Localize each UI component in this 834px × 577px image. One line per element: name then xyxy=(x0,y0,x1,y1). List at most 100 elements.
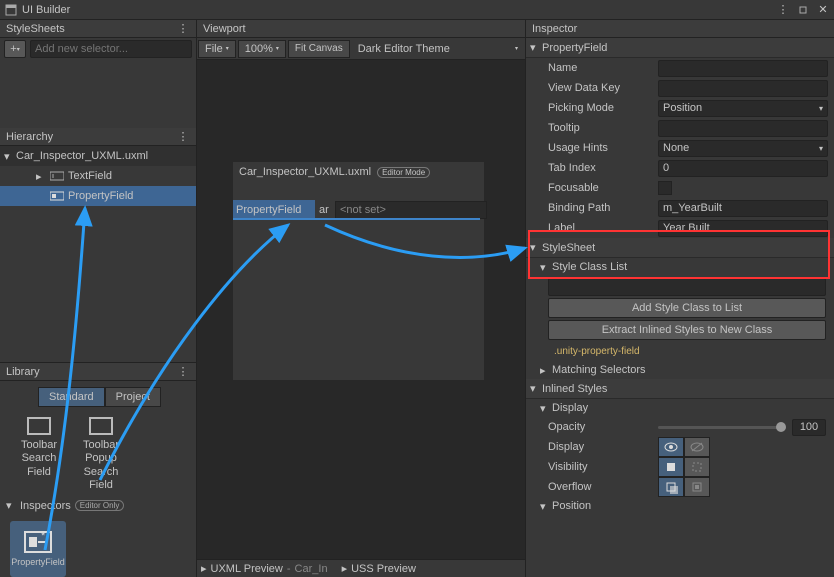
editor-only-badge: Editor Only xyxy=(75,500,125,511)
viewport-theme-dropdown[interactable]: Dark Editor Theme ▾ xyxy=(352,40,524,58)
usage-hints-label: Usage Hints xyxy=(548,142,654,154)
focusable-checkbox[interactable] xyxy=(658,181,672,195)
viewport-header: Viewport xyxy=(197,20,525,38)
label-label: Label xyxy=(548,222,654,234)
fold-arrow-icon[interactable]: ▸ xyxy=(342,562,348,575)
square-dashed-icon xyxy=(691,461,703,473)
propertyfield-large-icon: * xyxy=(24,531,52,553)
stylesheets-opts-icon[interactable]: ⋮ xyxy=(176,22,190,36)
position-foldout[interactable]: ▾ Position xyxy=(526,497,834,515)
hierarchy-item-label: TextField xyxy=(68,170,112,182)
visibility-visible-button[interactable] xyxy=(658,457,684,477)
stylesheets-header: StyleSheets ⋮ xyxy=(0,20,196,38)
fold-arrow-icon: ▾ xyxy=(540,402,550,415)
eye-icon xyxy=(664,442,678,452)
picking-mode-label: Picking Mode xyxy=(548,102,654,114)
editor-mode-badge: Editor Mode xyxy=(377,167,430,178)
stylesheets-title: StyleSheets xyxy=(6,23,65,35)
window-icon xyxy=(4,3,18,17)
square-icon xyxy=(665,461,677,473)
close-icon[interactable]: ✕ xyxy=(816,3,830,17)
inspector-section-propertyfield[interactable]: ▾ PropertyField xyxy=(526,38,834,58)
binding-path-input[interactable]: m_YearBuilt xyxy=(658,200,828,217)
hierarchy-root-label: Car_Inspector_UXML.uxml xyxy=(16,150,148,162)
fold-arrow-icon: ▾ xyxy=(540,500,550,513)
library-item-toolbar-popup-search[interactable]: Toolbar Popup Search Field xyxy=(74,417,128,492)
fold-arrow-icon: ▸ xyxy=(540,364,550,377)
uss-preview-title: USS Preview xyxy=(351,563,416,575)
tooltip-label: Tooltip xyxy=(548,122,654,134)
label-input[interactable]: Year Built xyxy=(658,220,828,237)
svg-text:*: * xyxy=(41,531,46,542)
hierarchy-item-textfield[interactable]: ▸ TextField xyxy=(0,166,196,186)
selector-input[interactable] xyxy=(30,40,192,58)
canvas-selected-element[interactable]: PropertyField xyxy=(233,200,315,220)
add-style-class-button[interactable]: Add Style Class to List xyxy=(548,298,826,318)
hierarchy-opts-icon[interactable]: ⋮ xyxy=(176,130,190,144)
viewport-canvas[interactable]: Car_Inspector_UXML.uxml Editor Mode Prop… xyxy=(197,60,525,559)
focusable-label: Focusable xyxy=(548,182,654,194)
overflow-label: Overflow xyxy=(548,481,654,493)
opacity-label: Opacity xyxy=(548,421,654,433)
chevron-down-icon: ▾ xyxy=(819,104,823,113)
hierarchy-item-propertyfield[interactable]: PropertyField xyxy=(0,186,196,206)
viewport-title: Viewport xyxy=(203,23,246,35)
tooltip-input[interactable] xyxy=(658,120,828,137)
viewport-fit-canvas[interactable]: Fit Canvas xyxy=(288,40,350,58)
style-class-input[interactable] xyxy=(548,278,826,296)
display-label: Display xyxy=(548,441,654,453)
opacity-slider[interactable] xyxy=(658,426,786,429)
viewport-zoom[interactable]: 100%▾ xyxy=(238,40,286,58)
canvas-field-input[interactable] xyxy=(335,201,487,219)
fold-arrow-icon: ▾ xyxy=(540,261,550,274)
window-titlebar: UI Builder ⋮ ✕ xyxy=(0,0,834,20)
tab-index-label: Tab Index xyxy=(548,162,654,174)
fold-arrow-icon[interactable]: ▸ xyxy=(201,562,207,575)
binding-path-label: Binding Path xyxy=(548,202,654,214)
usage-hints-dropdown[interactable]: None ▾ xyxy=(658,140,828,157)
overflow-visible-icon xyxy=(664,480,678,494)
extract-styles-button[interactable]: Extract Inlined Styles to New Class xyxy=(548,320,826,340)
inspector-section-inlined-styles[interactable]: ▾ Inlined Styles xyxy=(526,379,834,399)
viewport-file-menu[interactable]: File▾ xyxy=(198,40,236,58)
add-selector-button[interactable]: +▾ xyxy=(4,40,26,58)
tab-index-input[interactable]: 0 xyxy=(658,160,828,177)
library-foldout-inspectors[interactable]: ▾ Inspectors Editor Only xyxy=(0,496,196,515)
overflow-visible-button[interactable] xyxy=(658,477,684,497)
opacity-value[interactable]: 100 xyxy=(792,419,826,436)
view-data-key-label: View Data Key xyxy=(548,82,654,94)
fold-arrow-icon[interactable]: ▾ xyxy=(4,150,14,163)
window-title-text: UI Builder xyxy=(22,4,70,16)
picking-mode-dropdown[interactable]: Position ▾ xyxy=(658,100,828,117)
uxml-preview-title: UXML Preview xyxy=(211,563,283,575)
undock-icon[interactable] xyxy=(796,3,810,17)
hierarchy-root[interactable]: ▾ Car_Inspector_UXML.uxml xyxy=(0,146,196,166)
view-data-key-input[interactable] xyxy=(658,80,828,97)
fold-arrow-icon[interactable]: ▸ xyxy=(36,170,46,183)
library-title: Library xyxy=(6,366,40,378)
tab-project[interactable]: Project xyxy=(105,387,161,407)
style-class-list-foldout[interactable]: ▾ Style Class List xyxy=(526,258,834,276)
visibility-label: Visibility xyxy=(548,461,654,473)
overflow-hidden-icon xyxy=(690,480,704,494)
library-preview-propertyfield[interactable]: * PropertyField xyxy=(10,521,66,577)
overflow-hidden-button[interactable] xyxy=(684,477,710,497)
canvas-title: Car_Inspector_UXML.uxml xyxy=(239,166,371,178)
display-none-button[interactable] xyxy=(684,437,710,457)
display-flex-button[interactable] xyxy=(658,437,684,457)
textfield-icon xyxy=(50,169,64,183)
tab-standard[interactable]: Standard xyxy=(38,387,105,407)
menu-dots-icon[interactable]: ⋮ xyxy=(776,3,790,17)
fold-arrow-icon: ▾ xyxy=(6,499,16,512)
canvas-preview: Car_Inspector_UXML.uxml Editor Mode Prop… xyxy=(233,162,484,380)
visibility-hidden-button[interactable] xyxy=(684,457,710,477)
class-tag[interactable]: .unity-property-field xyxy=(548,344,646,359)
inspector-section-stylesheet[interactable]: ▾ StyleSheet xyxy=(526,238,834,258)
display-foldout[interactable]: ▾ Display xyxy=(526,399,834,417)
name-input[interactable] xyxy=(658,60,828,77)
hierarchy-item-label: PropertyField xyxy=(68,190,133,202)
library-opts-icon[interactable]: ⋮ xyxy=(176,365,190,379)
library-item-toolbar-search[interactable]: Toolbar Search Field xyxy=(12,417,66,492)
matching-selectors-foldout[interactable]: ▸ Matching Selectors xyxy=(526,361,834,379)
hierarchy-header: Hierarchy ⋮ xyxy=(0,128,196,146)
